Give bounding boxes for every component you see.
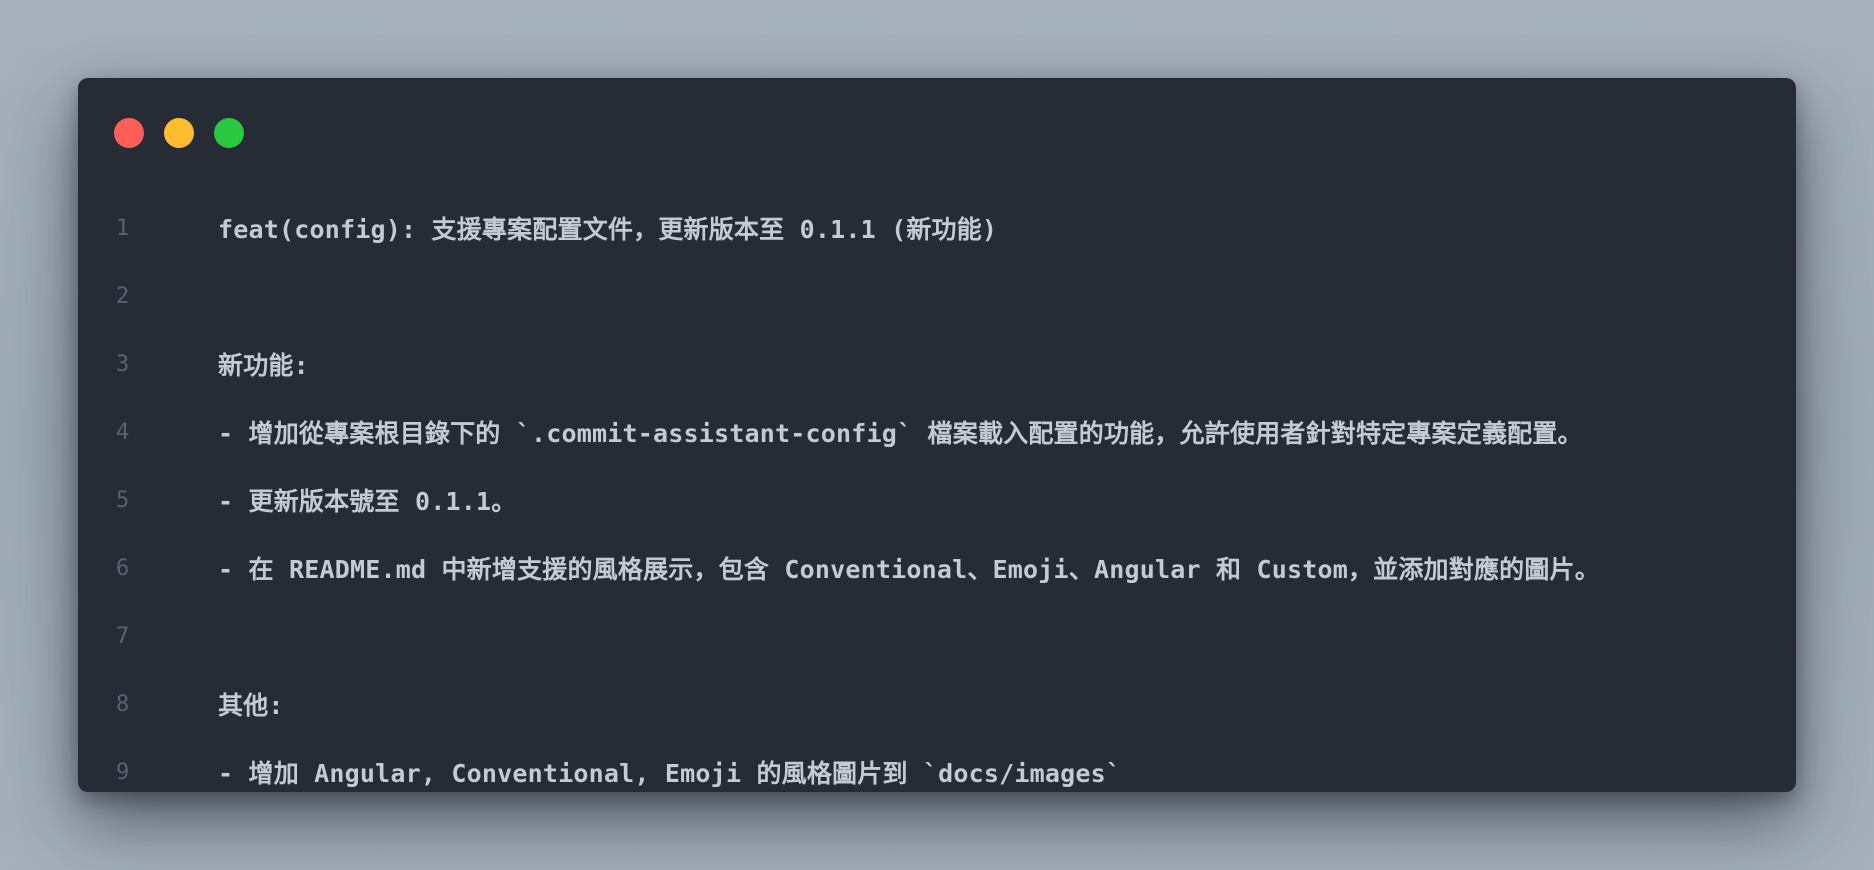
line-text: feat(config): 支援專案配置文件，更新版本至 0.1.1 (新功能)	[218, 215, 998, 244]
code-window: 1 feat(config): 支援專案配置文件，更新版本至 0.1.1 (新功…	[78, 78, 1796, 792]
code-line: 1 feat(config): 支援專案配置文件，更新版本至 0.1.1 (新功…	[78, 194, 1796, 262]
line-number: 1	[116, 215, 130, 241]
code-line: 4 - 增加從專案根目錄下的 `.commit-assistant-config…	[78, 398, 1796, 466]
line-text: 新功能:	[218, 351, 309, 380]
line-number: 4	[116, 419, 130, 445]
code-line: 6 - 在 README.md 中新增支援的風格展示，包含 Convention…	[78, 534, 1796, 602]
line-text: - 增加從專案根目錄下的 `.commit-assistant-config` …	[218, 419, 1583, 448]
code-line: 3 新功能:	[78, 330, 1796, 398]
line-number: 9	[116, 759, 130, 785]
line-number: 6	[116, 555, 130, 581]
line-text: - 更新版本號至 0.1.1。	[218, 487, 517, 516]
line-text: - 增加 Angular, Conventional, Emoji 的風格圖片到…	[218, 759, 1122, 788]
minimize-icon[interactable]	[164, 118, 194, 148]
code-line: 5 - 更新版本號至 0.1.1。	[78, 466, 1796, 534]
line-text: 其他:	[218, 691, 284, 720]
code-line: 8 其他:	[78, 670, 1796, 738]
line-number: 2	[116, 283, 130, 309]
code-line: 2	[78, 262, 1796, 330]
window-controls	[114, 118, 244, 148]
close-icon[interactable]	[114, 118, 144, 148]
code-line: 9 - 增加 Angular, Conventional, Emoji 的風格圖…	[78, 738, 1796, 792]
line-number: 8	[116, 691, 130, 717]
maximize-icon[interactable]	[214, 118, 244, 148]
line-number: 5	[116, 487, 130, 513]
code-line: 7	[78, 602, 1796, 670]
line-text: - 在 README.md 中新增支援的風格展示，包含 Conventional…	[218, 555, 1600, 584]
line-number: 7	[116, 623, 130, 649]
line-number: 3	[116, 351, 130, 377]
